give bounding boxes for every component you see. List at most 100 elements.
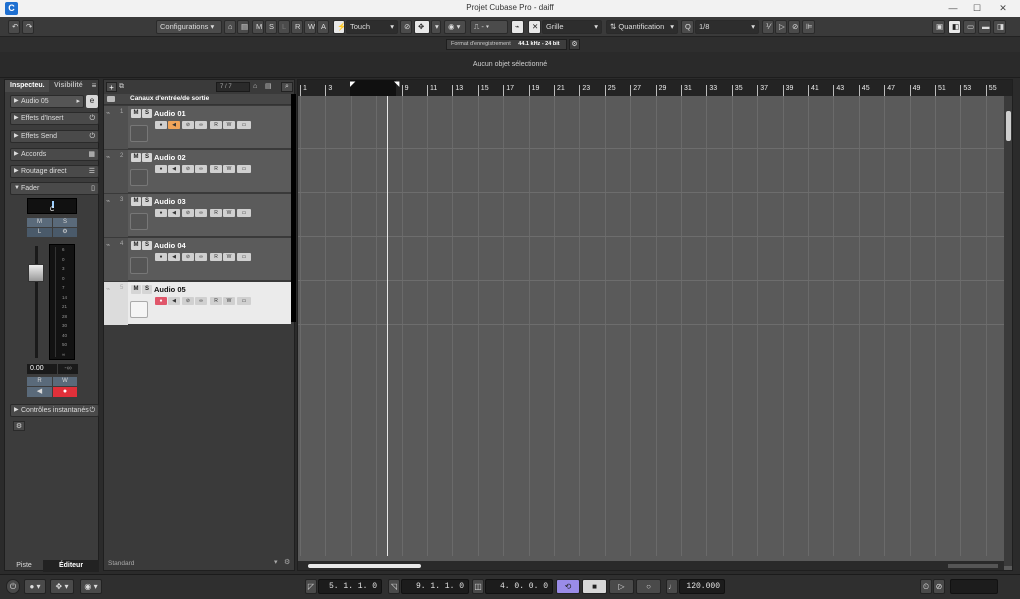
play-button[interactable]: ▷ [609, 579, 634, 594]
read-write-icon[interactable]: ⊘ [182, 253, 194, 261]
record-format[interactable]: Format d'enregistrement 44.1 kHz - 24 bi… [446, 39, 567, 50]
track-list-scrollbar[interactable] [291, 94, 296, 322]
monitor-button[interactable]: ◀ [168, 165, 180, 173]
section-insert-effects[interactable]: ▶Effets d'Insert⏻ [10, 112, 99, 125]
solo-button[interactable]: S [142, 285, 152, 294]
solo-button[interactable]: S [142, 153, 152, 162]
tab-inspector[interactable]: Inspecteu. [5, 80, 49, 92]
snap-mode-icon[interactable]: ◉ ▾ [444, 20, 466, 34]
fader-edit-icon[interactable]: ⚙ [53, 228, 77, 237]
mute-button[interactable]: M [131, 109, 141, 118]
footer-dropdown-icon[interactable]: ▾ [274, 558, 278, 566]
close-button[interactable]: ✕ [992, 1, 1014, 16]
read-automation-icon[interactable]: R [210, 165, 222, 173]
left-locator-marker[interactable]: ◤ [350, 80, 355, 88]
position-field[interactable]: 4. 0. 0. 0 [485, 579, 553, 594]
reset-quantize-icon[interactable]: ⊘ [788, 20, 800, 34]
automation-mode-dropdown[interactable]: Touch ▾ [346, 20, 398, 34]
minimize-button[interactable]: — [942, 1, 964, 16]
settings-gear-icon[interactable]: ⚙ [569, 39, 580, 50]
configurations-dropdown[interactable]: Configurations ▾ [156, 20, 222, 34]
write-automation-button[interactable]: W [53, 377, 77, 386]
zoom-slider[interactable] [948, 564, 998, 568]
mute-button[interactable]: M [131, 197, 141, 206]
home-icon[interactable]: ⌂ [224, 20, 236, 34]
record-enable-button[interactable]: ● [155, 121, 167, 129]
edit-channel-button[interactable]: ▭ [237, 253, 251, 261]
tab-track[interactable]: Piste [5, 560, 43, 572]
project-cursor[interactable] [387, 96, 388, 556]
track-name[interactable]: Audio 03 [154, 197, 186, 206]
cycle-button[interactable]: ⟲ [556, 579, 580, 594]
track-row[interactable]: ⌁ 4 M S Audio 04 ● ◀ ⊘ ∞ R W ▭ [104, 238, 291, 281]
write-automation-icon[interactable]: W [223, 121, 235, 129]
read-automation-icon[interactable]: R [210, 121, 222, 129]
tempo-icon[interactable]: ♩ [666, 579, 678, 594]
right-locator-field[interactable]: 9. 1. 1. 0 [401, 579, 469, 594]
write-automation-icon[interactable]: W [223, 297, 235, 305]
window-zone-right-icon[interactable]: ◨ [993, 20, 1006, 34]
fader-listen-icon[interactable]: L [27, 228, 52, 237]
track-name[interactable]: Audio 01 [154, 109, 186, 118]
edit-channel-button[interactable]: ▭ [237, 297, 251, 305]
menu-icon[interactable]: ≡ [89, 80, 99, 92]
tab-editor[interactable]: Éditeur [43, 560, 99, 572]
msrwa-w[interactable]: W [304, 20, 316, 34]
lane-icon[interactable]: ∞ [195, 209, 207, 217]
pan-control[interactable]: C [27, 198, 77, 214]
metronome-icon[interactable]: ⏲ [920, 579, 932, 594]
record-button[interactable]: ○ [636, 579, 661, 594]
monitor-button[interactable]: ◀ [168, 121, 180, 129]
solo-button[interactable]: S [142, 109, 152, 118]
left-locator-icon[interactable]: ◸ [305, 579, 317, 594]
window-zone-left-icon[interactable]: ▣ [932, 20, 945, 34]
lane-icon[interactable]: ∞ [195, 253, 207, 261]
lane-icon[interactable]: ∞ [195, 165, 207, 173]
footer-settings-icon[interactable]: ⚙ [284, 558, 290, 566]
monitor-speaker-icon[interactable]: ◀ [27, 387, 52, 397]
undo-button[interactable]: ↶ [8, 20, 20, 34]
monitor-button[interactable]: ◀ [168, 253, 180, 261]
track-row[interactable]: ⌁ 2 M S Audio 02 ● ◀ ⊘ ∞ R W ▭ [104, 150, 291, 193]
edit-channel-button[interactable]: ▭ [237, 165, 251, 173]
monitor-button[interactable]: ◀ [168, 297, 180, 305]
left-locator-field[interactable]: 5. 1. 1. 0 [318, 579, 382, 594]
msrwa-m[interactable]: M [252, 20, 264, 34]
grid-icon[interactable]: ✕ [528, 20, 541, 34]
track-preset-icon[interactable]: ▤ [265, 82, 275, 92]
quantize-icon[interactable]: Q [681, 20, 694, 34]
edit-channel-button[interactable]: ▭ [237, 121, 251, 129]
track-name[interactable]: Audio 02 [154, 153, 186, 162]
write-automation-icon[interactable]: W [223, 165, 235, 173]
event-display[interactable]: 1357911131517192123252729313335373941434… [297, 79, 1013, 571]
solo-button[interactable]: S [142, 197, 152, 206]
window-zone-inspector-icon[interactable]: ◧ [948, 20, 961, 34]
section-fader[interactable]: ▼Fader▯ [10, 182, 99, 195]
section-quick-controls[interactable]: ▶Contrôles instantanés⏻ [10, 404, 99, 417]
tempo-field[interactable]: 120.000 [679, 579, 725, 594]
section-direct-routing[interactable]: ▶Routage direct☰ [10, 165, 99, 178]
record-enable-icon[interactable]: ● [53, 387, 77, 397]
section-send-effects[interactable]: ▶Effets Send⏻ [10, 130, 99, 143]
constrain-icon[interactable]: ⊘ [400, 20, 412, 34]
quantize-value-dropdown[interactable]: 1/8 ▾ [695, 20, 759, 34]
apply-quantize-icon[interactable]: ⅟ [762, 20, 774, 34]
track-row[interactable]: ⌁ 3 M S Audio 03 ● ◀ ⊘ ∞ R W ▭ [104, 194, 291, 237]
track-row[interactable]: ⌁ 5 M S Audio 05 ● ◀ ⊘ ∞ R W ▭ [104, 282, 291, 325]
right-locator-marker[interactable]: ◥ [394, 80, 399, 88]
tab-visibility[interactable]: Visibilité [49, 80, 89, 92]
layout-icon[interactable]: ▤ [237, 20, 249, 34]
io-channels-folder[interactable]: Canaux d'entrée/de sortie [104, 94, 291, 105]
quantize-dropdown[interactable]: ⇅ Quantification ▾ [606, 20, 678, 34]
tool-dropdown[interactable]: ▾ [431, 20, 441, 34]
fader-value[interactable]: 0.00 [27, 364, 57, 374]
grid-dropdown[interactable]: Grille ▾ [542, 20, 602, 34]
write-automation-icon[interactable]: W [223, 253, 235, 261]
read-automation-button[interactable]: R [27, 377, 52, 386]
read-write-icon[interactable]: ⊘ [182, 165, 194, 173]
read-automation-icon[interactable]: R [210, 297, 222, 305]
align-icon[interactable]: ⊫ [802, 20, 815, 34]
track-visibility-counter[interactable]: 7 / 7 [216, 82, 250, 92]
inspector-settings-icon[interactable]: ⚙ [13, 421, 25, 431]
redo-button[interactable]: ↷ [22, 20, 34, 34]
